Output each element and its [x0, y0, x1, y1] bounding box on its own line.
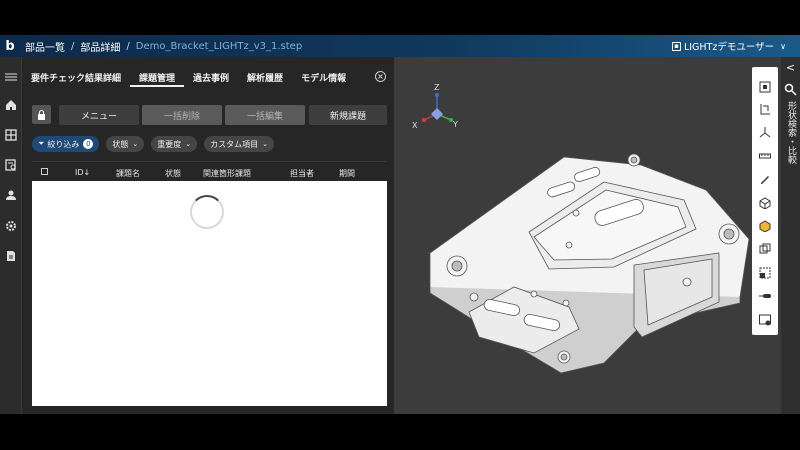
- pen-icon[interactable]: [757, 171, 773, 187]
- solid-cube-icon[interactable]: [757, 218, 773, 234]
- 3d-viewport[interactable]: Z X Y: [394, 57, 784, 414]
- user-icon: ▪: [671, 41, 681, 51]
- panel-tabs: 要件チェック結果詳細 課題管理 過去事例 解析履歴 モデル情報 ×: [22, 65, 394, 87]
- lock-icon: [38, 109, 45, 120]
- column-related-issue[interactable]: 関連箇形課題: [203, 168, 251, 179]
- menu-icon[interactable]: [3, 69, 19, 85]
- bulk-edit-button[interactable]: 一括編集: [225, 105, 305, 125]
- chevron-down-icon: ∨: [780, 41, 786, 51]
- column-period[interactable]: 期間: [339, 168, 355, 179]
- filter-row: ⏷ 絞り込み 0 状態 ⌄ 重要度 ⌄ カスタム項目 ⌄: [32, 136, 275, 152]
- bracket-model[interactable]: [429, 153, 750, 374]
- breadcrumb-separator: /: [126, 40, 130, 52]
- home-icon[interactable]: [3, 97, 19, 113]
- breadcrumb-parts-list[interactable]: 部品一覧: [25, 39, 65, 54]
- fit-view-icon[interactable]: [757, 79, 773, 95]
- top-bar: b 部品一覧 / 部品詳細 / Demo_Bracket_LIGHTz_v3_1…: [0, 35, 800, 57]
- axis-x-label: X: [412, 121, 418, 130]
- report-icon[interactable]: [3, 157, 19, 173]
- view-settings-icon[interactable]: [757, 312, 773, 328]
- chevron-down-icon: ⌄: [132, 140, 139, 148]
- document-icon[interactable]: [3, 248, 19, 264]
- column-status[interactable]: 状態: [165, 168, 181, 179]
- tab-requirement-check[interactable]: 要件チェック結果詳細: [22, 65, 130, 87]
- user-menu[interactable]: ▪ LIGHTzデモユーザー ∨: [671, 35, 786, 57]
- tab-issue-management[interactable]: 課題管理: [130, 65, 185, 87]
- grid-icon[interactable]: [3, 127, 19, 143]
- loading-spinner: [190, 195, 224, 229]
- issue-table-header: ID↓ 課題名 状態 関連箇形課題 担当者 期間: [32, 161, 387, 181]
- filter-count-badge: 0: [83, 139, 94, 149]
- sort-icon: ↓: [83, 168, 91, 177]
- breadcrumb-part-detail[interactable]: 部品詳細: [80, 39, 120, 54]
- user-icon[interactable]: [3, 187, 19, 203]
- ruler-icon[interactable]: [757, 148, 773, 164]
- axis-triad: Z X Y: [412, 83, 458, 130]
- tab-past-cases[interactable]: 過去事例: [184, 65, 238, 87]
- select-all-checkbox[interactable]: [41, 168, 48, 175]
- bottom-letterbox: [0, 414, 800, 450]
- custom-filter-chip[interactable]: カスタム項目 ⌄: [204, 136, 275, 152]
- close-icon[interactable]: ×: [375, 71, 386, 82]
- breadcrumb-current-file: Demo_Bracket_LIGHTz_v3_1.step: [135, 40, 303, 52]
- left-nav: [0, 57, 22, 414]
- model-canvas[interactable]: Z X Y: [394, 57, 784, 414]
- axis-y-label: Y: [452, 120, 458, 129]
- right-rail: < 形状検索・比較: [781, 57, 800, 414]
- new-issue-button[interactable]: 新規課題: [309, 105, 387, 125]
- axis-icon[interactable]: [757, 124, 773, 140]
- custom-filter-label: カスタム項目: [210, 139, 259, 149]
- axis-z-label: Z: [434, 83, 440, 92]
- issue-panel: 要件チェック結果詳細 課題管理 過去事例 解析履歴 モデル情報 × メニュー 一…: [22, 57, 394, 414]
- chevron-down-icon: ⌄: [185, 140, 192, 148]
- chevron-down-icon: ⌄: [262, 140, 269, 148]
- user-name: LIGHTzデモユーザー: [683, 42, 775, 53]
- column-id[interactable]: ID↓: [75, 168, 90, 177]
- tab-model-info[interactable]: モデル情報: [292, 65, 355, 87]
- narrow-filter-chip[interactable]: ⏷ 絞り込み 0: [32, 136, 100, 152]
- search-icon[interactable]: [784, 83, 797, 96]
- dimension-icon[interactable]: [757, 101, 773, 117]
- column-issue-name[interactable]: 課題名: [116, 168, 140, 179]
- wireframe-cube-icon[interactable]: [757, 241, 773, 257]
- collapse-arrow-icon[interactable]: <: [783, 61, 798, 76]
- column-assignee[interactable]: 担当者: [290, 168, 314, 179]
- shape-search-compare-label[interactable]: 形状検索・比較: [784, 101, 796, 164]
- bulk-delete-button[interactable]: 一括削除: [142, 105, 222, 125]
- filter-icon: ⏷: [38, 139, 45, 148]
- probe-icon[interactable]: [757, 288, 773, 304]
- app-logo[interactable]: b: [1, 35, 19, 57]
- settings-icon[interactable]: [3, 218, 19, 234]
- lock-button[interactable]: [32, 105, 51, 124]
- section-icon[interactable]: [757, 265, 773, 281]
- viewport-toolbar: [752, 67, 778, 335]
- breadcrumb-separator: /: [71, 40, 75, 52]
- tab-analysis-history[interactable]: 解析履歴: [238, 65, 292, 87]
- menu-button[interactable]: メニュー: [59, 105, 139, 125]
- severity-filter-label: 重要度: [157, 139, 182, 149]
- issue-table-body: [32, 181, 387, 406]
- cube-icon[interactable]: [757, 195, 773, 211]
- narrow-filter-label: 絞り込み: [47, 139, 80, 149]
- status-filter-chip[interactable]: 状態 ⌄: [106, 136, 145, 152]
- status-filter-label: 状態: [112, 139, 129, 149]
- severity-filter-chip[interactable]: 重要度 ⌄: [151, 136, 198, 152]
